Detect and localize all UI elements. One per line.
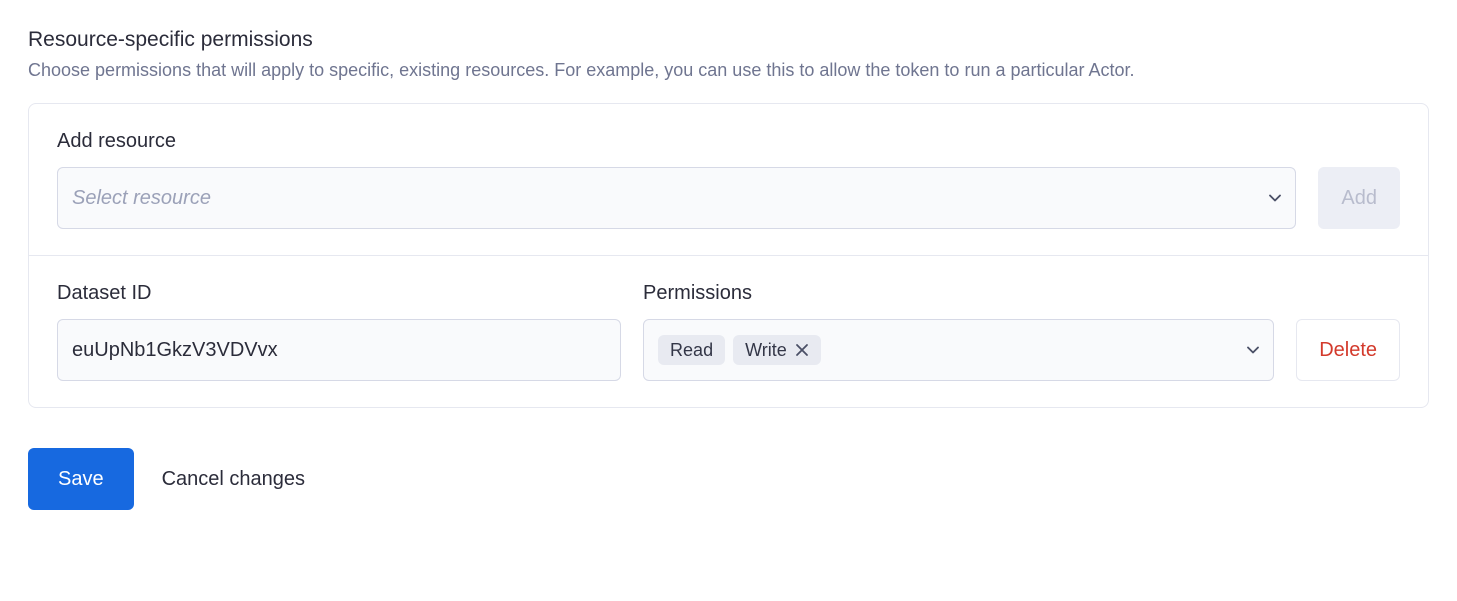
footer-actions: Save Cancel changes [28, 448, 1429, 510]
section-title: Resource-specific permissions [28, 28, 1429, 52]
permission-chip-read[interactable]: Read [658, 335, 725, 365]
permission-chip-label: Write [745, 341, 787, 359]
resource-select-placeholder: Select resource [72, 187, 211, 210]
delete-button[interactable]: Delete [1296, 319, 1400, 381]
permissions-select[interactable]: Read Write [643, 319, 1274, 381]
close-icon[interactable] [795, 343, 809, 357]
permissions-label: Permissions [643, 282, 1274, 305]
chevron-down-icon [1247, 344, 1259, 356]
resource-select[interactable]: Select resource [57, 167, 1296, 229]
permission-chip-label: Read [670, 341, 713, 359]
dataset-id-label: Dataset ID [57, 282, 621, 305]
chevron-down-icon [1269, 192, 1281, 204]
dataset-id-input[interactable]: euUpNb1GkzV3VDVvx [57, 319, 621, 381]
save-button[interactable]: Save [28, 448, 134, 510]
permission-chip-write[interactable]: Write [733, 335, 821, 365]
resource-row: Dataset ID euUpNb1GkzV3VDVvx Permissions… [29, 255, 1428, 407]
dataset-id-value: euUpNb1GkzV3VDVvx [72, 339, 278, 362]
section-description: Choose permissions that will apply to sp… [28, 58, 1429, 83]
permission-chips: Read Write [658, 335, 1239, 365]
cancel-button[interactable]: Cancel changes [162, 468, 305, 491]
add-button[interactable]: Add [1318, 167, 1400, 229]
permissions-panel: Add resource Select resource Add Dataset… [28, 103, 1429, 408]
add-resource-label: Add resource [57, 130, 1400, 153]
add-resource-section: Add resource Select resource Add [29, 104, 1428, 255]
